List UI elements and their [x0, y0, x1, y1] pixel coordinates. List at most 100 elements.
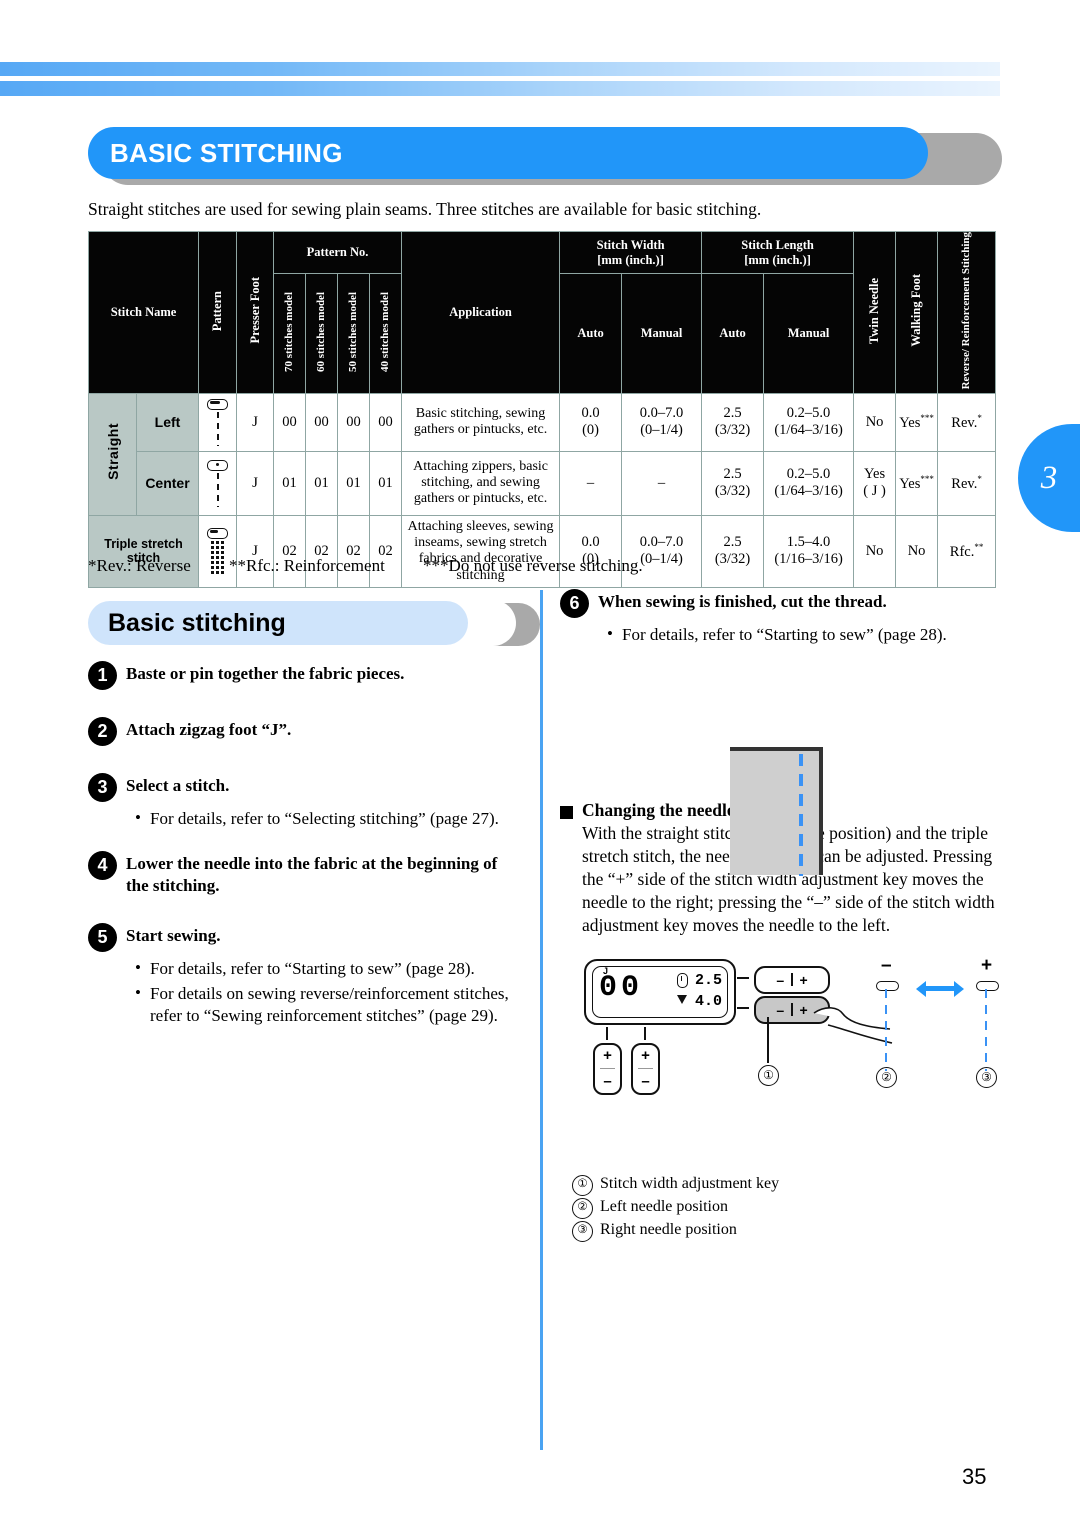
th-stitch-name: Stitch Name [88, 231, 199, 394]
cell-twin-needle-center: Yes( J ) [853, 450, 897, 516]
cell-walking-foot-triple: No [895, 514, 939, 588]
legend-item: ③ Right needle position [572, 1219, 1000, 1242]
square-bullet-icon [560, 806, 573, 820]
bullet-item: For details, refer to “Starting to sew” … [607, 623, 1000, 646]
left-column: 1 Baste or pin together the fabric piece… [88, 660, 518, 1047]
lcd-length-value: 4.0 [694, 992, 722, 1010]
footnote-1: *Rev.: Reverse [88, 556, 191, 575]
fabric-piece [730, 750, 819, 876]
step-number-4: 4 [88, 851, 117, 881]
cell-reverse-center: Rev.* [937, 450, 997, 516]
th-width-auto: Auto [559, 273, 623, 394]
stitch-length-plus-minus-key[interactable]: + – [631, 1042, 660, 1095]
cell-pattern-no-40-triple: 02 [368, 514, 403, 588]
plus-label: + [603, 1046, 612, 1064]
cell-pattern-no-70-left: 00 [273, 392, 306, 452]
step-title-1: Baste or pin together the fabric pieces. [126, 664, 405, 683]
cell-presser-foot-left: J [236, 392, 274, 452]
cell-stitch-name-center: Center [136, 450, 199, 516]
right-needle-position-figure: + ③ [972, 954, 1012, 1088]
fabric-illustration-area [560, 652, 1000, 877]
cell-stitch-name-triple: Triple stretch stitch [88, 514, 199, 588]
step-title-6: When sewing is finished, cut the thread. [598, 592, 887, 611]
legend-number-2: ② [572, 1197, 593, 1219]
arrow-head-left [916, 980, 926, 997]
legend-item: ② Left needle position [572, 1196, 1000, 1219]
cell-pattern-no-40-left: 00 [368, 392, 403, 452]
th-length-auto: Auto [701, 273, 765, 394]
callout-number-2: ② [876, 1066, 897, 1088]
step-3-bullets: For details, refer to “Selecting stitchi… [135, 807, 518, 830]
leader-dash-upper [737, 976, 749, 979]
fabric-edge-top [730, 747, 819, 752]
arrow-shaft [926, 986, 954, 992]
step-title-2: Attach zigzag foot “J”. [126, 720, 292, 739]
step-number-1: 1 [88, 661, 117, 690]
table-footnotes: *Rev.: Reverse **Rfc.: Reinforcement ***… [88, 556, 993, 576]
plus-sign-label: + [981, 954, 993, 976]
stitch-width-plus-minus-key[interactable]: + – [593, 1042, 622, 1095]
cell-length-auto-center: 2.5 (3/32) [701, 450, 765, 516]
cell-application-center: Attaching zippers, basic stitching, and … [401, 450, 561, 516]
lcd-tick-right [644, 1026, 646, 1040]
straight-center-stitch-icon [199, 456, 236, 511]
cell-stitch-name-left: Left [136, 392, 199, 452]
page-number: 35 [962, 1464, 987, 1489]
plus-label: + [799, 1001, 808, 1018]
th-model-60: 60 stitches model [305, 273, 338, 394]
section-header-bar: Basic stitching [88, 601, 468, 645]
step-number-2: 2 [88, 717, 117, 746]
intro-paragraph: Straight stitches are used for sewing pl… [88, 199, 762, 219]
cell-application-triple: Attaching sleeves, sewing inseams, sewin… [401, 514, 561, 588]
needle-thread-right [985, 988, 987, 1071]
legend-number-1: ① [572, 1174, 593, 1196]
minus-sign-label: – [881, 954, 892, 976]
cell-reverse-triple: Rfc.** [937, 514, 997, 588]
section-title: Basic stitching [108, 608, 286, 637]
th-stitch-length: Stitch Length [mm (inch.)] [701, 230, 855, 275]
chapter-tab: 3 [1018, 424, 1080, 532]
callout-line-1 [767, 1016, 769, 1063]
legend-text-1: Stitch width adjustment key [600, 1174, 780, 1192]
step-2: 2 Attach zigzag foot “J”. [88, 716, 518, 746]
arrow-head-right [954, 980, 964, 997]
plus-label: + [799, 971, 808, 988]
cell-group-straight: Straight [88, 392, 137, 516]
needle-eye-right [976, 980, 999, 991]
cell-pattern-no-50-center: 01 [337, 450, 370, 516]
key-divider [638, 1067, 653, 1070]
key-divider [791, 973, 793, 987]
cell-pattern-triple [198, 514, 237, 588]
stitch-length-adjustment-key[interactable]: – + [754, 965, 830, 994]
step-number-3: 3 [88, 773, 117, 802]
cell-pattern-no-40-center: 01 [368, 450, 403, 516]
lcd-display: J 00 2.5 4.0 [584, 958, 736, 1025]
fabric-illustration [730, 747, 823, 877]
cell-length-manual-triple: 1.5–4.0 (1/16–3/16) [763, 514, 855, 588]
step-3: 3 Select a stitch. [88, 772, 518, 802]
cell-twin-needle-triple: No [853, 514, 897, 588]
needle-move-arrow-icon [916, 980, 964, 997]
stitch-width-icon [677, 972, 688, 988]
th-model-40: 40 stitches model [368, 273, 403, 394]
lcd-tick-left [606, 1026, 608, 1040]
leader-dash-lower [737, 1006, 749, 1009]
straight-left-stitch-icon [199, 395, 236, 450]
cell-width-manual-center: – [621, 450, 703, 516]
cell-pattern-no-50-left: 00 [337, 392, 370, 452]
step-number-5: 5 [88, 922, 117, 952]
cell-pattern-left [198, 392, 237, 452]
step-6-bullets: For details, refer to “Starting to sew” … [607, 623, 1000, 646]
cell-length-manual-center: 0.2–5.0 (1/64–3/16) [763, 450, 855, 516]
th-presser-foot: Presser Foot [236, 231, 274, 394]
lcd-pattern-number: 00 [599, 970, 644, 1005]
step-4: 4 Lower the needle into the fabric at th… [88, 850, 518, 896]
th-model-50: 50 stitches model [337, 273, 370, 394]
cell-pattern-center [198, 450, 237, 516]
page-title-banner: BASIC STITCHING [88, 127, 1002, 185]
legend-item: ① Stitch width adjustment key [572, 1173, 1000, 1196]
cell-walking-foot-left: Yes*** [895, 392, 939, 452]
th-twin-needle: Twin Needle [853, 231, 897, 394]
table-header-row-1: Stitch Name Pattern Presser Foot Pattern… [88, 230, 997, 394]
